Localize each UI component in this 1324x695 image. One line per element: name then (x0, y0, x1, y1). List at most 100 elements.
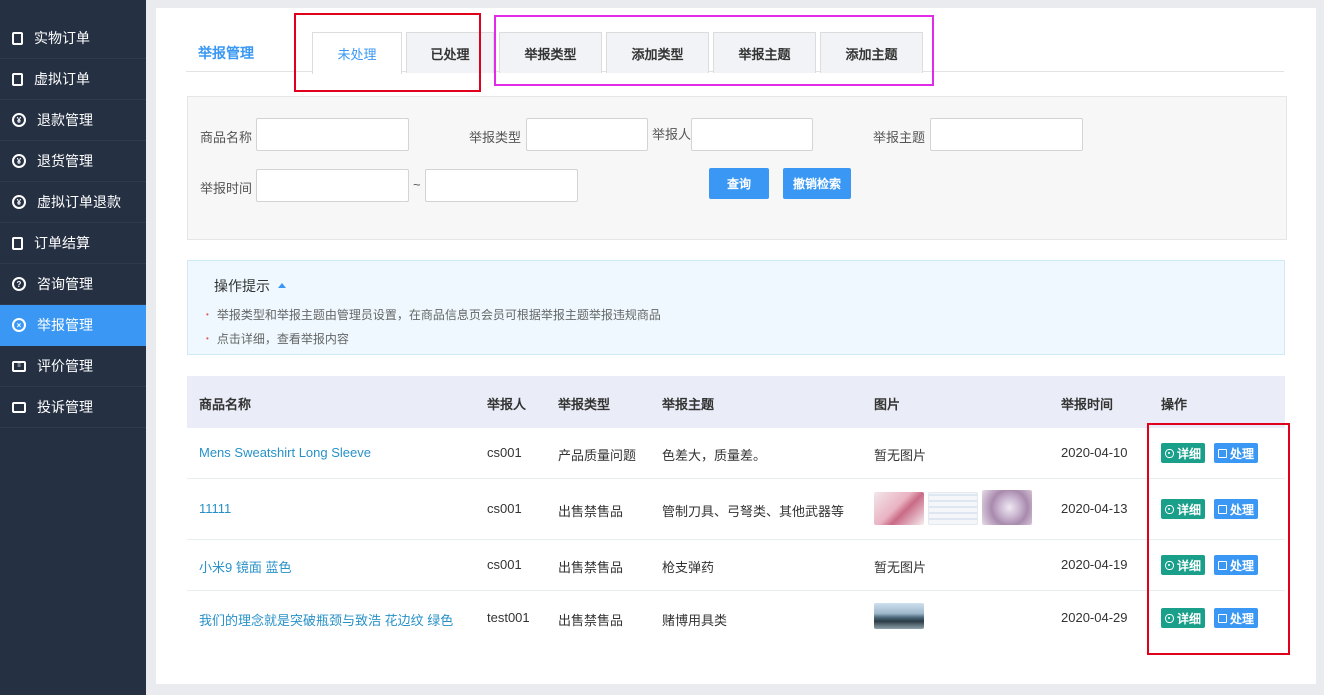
handle-button[interactable]: 处理 (1214, 555, 1259, 575)
reporter-input[interactable] (691, 118, 813, 151)
table-row: 我们的理念就是突破瓶颈与致浩 花边纹 绿色 test001 出售禁售品 赌博用具… (187, 591, 1285, 645)
comment-icon: ≡ (12, 360, 26, 372)
goods-name-link[interactable]: 小米9 镜面 蓝色 (199, 557, 291, 576)
sidebar-item-reviews[interactable]: ≡ 评价管理 (0, 346, 146, 387)
reset-search-button[interactable]: 撤销检索 (783, 168, 851, 199)
handle-label: 处理 (1230, 558, 1255, 573)
reporter-label: 举报人 (652, 127, 692, 142)
handle-button[interactable]: 处理 (1214, 443, 1259, 463)
document-icon (12, 236, 23, 250)
tab-unprocessed[interactable]: 未处理 (312, 32, 402, 74)
sidebar-item-reports[interactable]: × 举报管理 (0, 305, 146, 346)
report-type-label: 举报类型 (469, 130, 522, 145)
tips-title[interactable]: 操作提示 (214, 276, 286, 296)
goods-name-link[interactable]: Mens Sweatshirt Long Sleeve (199, 445, 371, 460)
screenshot-photo[interactable] (928, 492, 978, 525)
reporter-cell: cs001 (487, 501, 522, 516)
range-separator: ~ (413, 177, 421, 192)
handle-label: 处理 (1230, 446, 1255, 461)
question-icon: ? (12, 277, 26, 291)
reports-table: 商品名称 举报人 举报类型 举报主题 图片 举报时间 操作 Mens Sweat… (187, 376, 1285, 645)
detail-button[interactable]: 详细 (1161, 499, 1206, 519)
handle-button[interactable]: 处理 (1214, 499, 1259, 519)
column-header: 举报类型 (558, 397, 611, 412)
refund-icon: ¥ (12, 195, 26, 209)
table-row: 11111 cs001 出售禁售品 管制刀具、弓弩类、其他武器等 2020-04… (187, 479, 1285, 540)
goods-name-link[interactable]: 11111 (199, 501, 231, 516)
search-panel: 商品名称 举报类型 举报人 举报主题 举报时间 ~ 查询 撤销检索 (187, 96, 1287, 240)
type-cell: 产品质量问题 (558, 448, 637, 463)
goods-name-link[interactable]: 我们的理念就是突破瓶颈与致浩 花边纹 绿色 (199, 610, 453, 629)
page-title: 举报管理 (198, 45, 254, 61)
store-icon (12, 401, 26, 413)
eye-icon (1165, 504, 1174, 514)
column-header: 举报主题 (662, 397, 715, 412)
sidebar-item-returns[interactable]: ¥ 退货管理 (0, 141, 146, 182)
report-type-input[interactable] (526, 118, 648, 151)
table-row: 小米9 镜面 蓝色 cs001 出售禁售品 枪支弹药 暂无图片 2020-04-… (187, 540, 1285, 591)
sidebar-item-label: 举报管理 (37, 317, 93, 333)
reporter-cell: test001 (487, 610, 530, 625)
sidebar-item-virtual-refunds[interactable]: ¥ 虚拟订单退款 (0, 182, 146, 223)
report-subject-input[interactable] (930, 118, 1083, 151)
document-icon (12, 72, 23, 86)
sidebar-item-refunds[interactable]: ¥ 退款管理 (0, 100, 146, 141)
sidebar-item-label: 退款管理 (37, 112, 93, 128)
handle-button[interactable]: 处理 (1214, 608, 1259, 628)
sidebar-item-virtual-orders[interactable]: 虚拟订单 (0, 59, 146, 100)
report-time-label: 举报时间 (200, 181, 253, 196)
detail-button[interactable]: 详细 (1161, 608, 1206, 628)
tips-title-text: 操作提示 (214, 278, 270, 294)
goods-name-input[interactable] (256, 118, 409, 151)
type-cell: 出售禁售品 (558, 504, 624, 519)
detail-button[interactable]: 详细 (1161, 555, 1206, 575)
eye-icon (1165, 448, 1174, 458)
caret-up-icon (278, 282, 286, 288)
sidebar-item-consult[interactable]: ? 咨询管理 (0, 264, 146, 305)
goods-name-label: 商品名称 (200, 130, 253, 145)
sidebar-item-label: 实物订单 (34, 30, 90, 46)
subject-cell: 管制刀具、弓弩类、其他武器等 (662, 504, 845, 519)
time-cell: 2020-04-19 (1061, 557, 1128, 572)
query-button[interactable]: 查询 (709, 168, 769, 199)
tab-add-subject[interactable]: 添加主题 (820, 32, 923, 73)
end-date-input[interactable] (425, 169, 578, 202)
report-subject-label: 举报主题 (873, 130, 926, 145)
detail-label: 详细 (1177, 558, 1202, 573)
operation-tips: 操作提示 举报类型和举报主题由管理员设置，在商品信息页会员可根据举报主题举报违规… (187, 260, 1285, 355)
tab-report-types[interactable]: 举报类型 (499, 32, 602, 73)
flower-photo[interactable] (874, 492, 924, 525)
table-header: 商品名称 举报人 举报类型 举报主题 图片 举报时间 操作 (187, 376, 1285, 428)
tab-add-type[interactable]: 添加类型 (606, 32, 709, 73)
close-circle-icon: × (12, 318, 26, 332)
start-date-input[interactable] (256, 169, 409, 202)
column-header: 商品名称 (199, 397, 252, 412)
reporter-cell: cs001 (487, 557, 522, 572)
edit-icon (1218, 613, 1227, 623)
sidebar: 实物订单 虚拟订单 ¥ 退款管理 ¥ 退货管理 ¥ 虚拟订单退款 订单结算 ? 咨询管理… (0, 0, 146, 695)
tab-bar: 举报管理 未处理 已处理 举报类型 添加类型 举报主题 添加主题 (186, 30, 1284, 74)
tab-report-subjects[interactable]: 举报主题 (713, 32, 816, 73)
table-row: Mens Sweatshirt Long Sleeve cs001 产品质量问题… (187, 428, 1285, 479)
refund-icon: ¥ (12, 154, 26, 168)
sidebar-item-label: 订单结算 (34, 235, 90, 251)
column-header: 操作 (1161, 397, 1188, 412)
flowers-plate-photo[interactable] (982, 490, 1032, 525)
sidebar-item-settlement[interactable]: 订单结算 (0, 223, 146, 264)
type-cell: 出售禁售品 (558, 560, 624, 575)
sidebar-item-physical-orders[interactable]: 实物订单 (0, 18, 146, 59)
no-image-text: 暂无图片 (874, 448, 927, 463)
tip-line: 举报类型和举报主题由管理员设置，在商品信息页会员可根据举报主题举报违规商品 (206, 306, 661, 323)
subject-cell: 色差大，质量差。 (662, 448, 767, 463)
detail-button[interactable]: 详细 (1161, 443, 1206, 463)
handle-label: 处理 (1230, 611, 1255, 626)
town-photo[interactable] (874, 603, 924, 629)
subject-cell: 赌博用具类 (662, 613, 728, 628)
tab-processed[interactable]: 已处理 (406, 32, 494, 73)
sidebar-item-label: 咨询管理 (37, 276, 93, 292)
eye-icon (1165, 613, 1174, 623)
time-cell: 2020-04-29 (1061, 610, 1128, 625)
edit-icon (1218, 448, 1227, 458)
sidebar-item-complaints[interactable]: 投诉管理 (0, 387, 146, 428)
sidebar-item-label: 投诉管理 (37, 399, 93, 415)
